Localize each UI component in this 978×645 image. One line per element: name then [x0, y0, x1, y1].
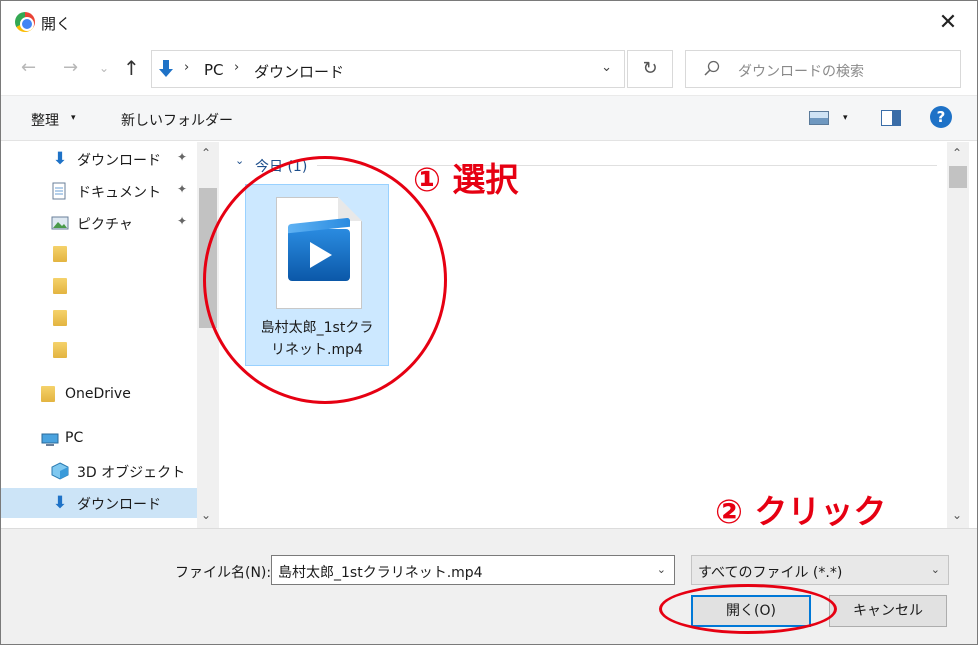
- sidebar-item-folder[interactable]: [1, 272, 197, 302]
- close-button[interactable]: ✕: [933, 9, 963, 37]
- back-arrow-icon[interactable]: ←: [21, 57, 36, 78]
- play-icon: [310, 242, 332, 268]
- group-collapse-chevron-icon[interactable]: ⌄: [235, 154, 244, 167]
- breadcrumb-pc[interactable]: PC: [204, 61, 224, 79]
- sidebar-item-3d-objects[interactable]: 3D オブジェクト: [1, 456, 197, 486]
- sidebar-item-onedrive[interactable]: OneDrive: [1, 380, 197, 410]
- annotation-step1: ① 選択: [413, 160, 519, 199]
- open-file-dialog: 開く ✕ ← → ⌄ ↑ › PC › ダウンロード ⌄ ↻ ダウンロードの検索: [0, 0, 978, 645]
- filename-input[interactable]: 島村太郎_1stクラリネット.mp4 ⌄: [271, 555, 675, 585]
- onedrive-folder-icon: [41, 386, 55, 402]
- address-dropdown-chevron-icon[interactable]: ⌄: [601, 60, 612, 75]
- sidebar-item-label: ドキュメント: [77, 185, 161, 201]
- new-folder-button[interactable]: 新しいフォルダー: [121, 110, 233, 130]
- dialog-footer: ファイル名(N): 島村太郎_1stクラリネット.mp4 ⌄ すべてのファイル …: [1, 528, 977, 644]
- pin-icon[interactable]: ✦: [177, 150, 187, 164]
- file-name-label: 島村太郎_1stクラ リネット.mp4: [246, 317, 388, 361]
- sidebar-item-label: ピクチャ: [77, 217, 133, 233]
- scroll-down-icon[interactable]: ⌄: [201, 508, 211, 522]
- file-type-value: すべてのファイル (*.*): [698, 565, 843, 581]
- breadcrumb-separator[interactable]: ›: [234, 60, 239, 75]
- folder-icon: [53, 246, 67, 262]
- file-type-select[interactable]: すべてのファイル (*.*) ⌄: [691, 555, 949, 585]
- video-file-icon: [288, 229, 350, 281]
- file-item[interactable]: 島村太郎_1stクラ リネット.mp4: [245, 184, 389, 366]
- pictures-icon: [51, 216, 69, 230]
- open-button[interactable]: 開く(O): [691, 595, 811, 627]
- chrome-app-icon: [15, 12, 35, 32]
- file-page-fold: [338, 197, 362, 221]
- sidebar-item-label: ダウンロード: [77, 153, 161, 169]
- search-input[interactable]: ダウンロードの検索: [685, 50, 961, 88]
- window-title: 開く: [41, 15, 72, 33]
- sidebar-scrollbar[interactable]: ⌃ ⌄: [197, 142, 219, 528]
- sidebar-item-folder[interactable]: [1, 336, 197, 366]
- title-bar: 開く ✕: [1, 1, 977, 45]
- sidebar-item-label: OneDrive: [65, 386, 131, 402]
- file-pane-scrollbar[interactable]: ⌃ ⌄: [947, 142, 969, 528]
- folder-icon: [53, 310, 67, 326]
- refresh-button[interactable]: ↻: [627, 50, 673, 88]
- navigation-pane: ⬇ ダウンロード ✦ ドキュメント ✦ ピクチャ ✦ OneDrive PC 3…: [1, 142, 221, 528]
- preview-pane-icon[interactable]: [881, 110, 901, 126]
- breadcrumb-downloads[interactable]: ダウンロード: [254, 61, 344, 82]
- group-header-today[interactable]: 今日 (1): [255, 156, 307, 176]
- file-name-line-2: リネット.mp4: [271, 342, 363, 358]
- sidebar-item-label: 3D オブジェクト: [77, 465, 186, 481]
- download-arrow-icon: ⬇: [52, 493, 68, 513]
- sidebar-item-documents[interactable]: ドキュメント ✦: [1, 176, 197, 206]
- change-view-icon[interactable]: [809, 111, 829, 125]
- group-divider: [317, 165, 937, 166]
- pin-icon[interactable]: ✦: [177, 214, 187, 228]
- help-icon[interactable]: ?: [930, 106, 952, 128]
- recent-locations-chevron-icon[interactable]: ⌄: [99, 61, 109, 75]
- scrollbar-thumb[interactable]: [949, 166, 967, 188]
- scrollbar-thumb[interactable]: [199, 188, 217, 328]
- folder-icon: [53, 278, 67, 294]
- breadcrumb-separator[interactable]: ›: [184, 60, 189, 75]
- command-toolbar: 整理 ▾ 新しいフォルダー ▾ ?: [1, 95, 977, 141]
- sidebar-item-downloads-quick[interactable]: ⬇ ダウンロード ✦: [1, 144, 197, 174]
- sidebar-item-pictures[interactable]: ピクチャ ✦: [1, 208, 197, 238]
- pc-icon: [41, 433, 59, 446]
- search-placeholder: ダウンロードの検索: [738, 64, 864, 80]
- download-arrow-icon: ⬇: [52, 149, 68, 169]
- organize-caret-icon[interactable]: ▾: [71, 113, 76, 123]
- scroll-up-icon[interactable]: ⌃: [201, 146, 211, 160]
- cancel-button[interactable]: キャンセル: [829, 595, 947, 627]
- view-options-caret-icon[interactable]: ▾: [843, 113, 848, 123]
- download-location-icon: [159, 60, 173, 77]
- navigation-bar: ← → ⌄ ↑ › PC › ダウンロード ⌄ ↻ ダウンロードの検索: [1, 45, 977, 95]
- organize-menu-button[interactable]: 整理: [31, 110, 59, 130]
- sidebar-item-downloads[interactable]: ⬇ ダウンロード: [1, 488, 197, 518]
- filename-dropdown-chevron-icon[interactable]: ⌄: [657, 563, 666, 576]
- file-type-chevron-icon[interactable]: ⌄: [931, 563, 940, 576]
- scroll-up-icon[interactable]: ⌃: [952, 146, 962, 160]
- file-list-pane: ⌄ 今日 (1) 島村太郎_1stクラ リネット.mp4: [221, 142, 947, 528]
- filename-label: ファイル名(N):: [175, 565, 272, 581]
- scroll-down-icon[interactable]: ⌄: [952, 508, 962, 522]
- search-icon: [704, 60, 720, 76]
- folder-icon: [53, 342, 67, 358]
- forward-arrow-icon[interactable]: →: [63, 57, 78, 78]
- sidebar-item-pc[interactable]: PC: [1, 424, 197, 454]
- annotation-step2: ② クリック: [715, 492, 887, 531]
- sidebar-item-folder[interactable]: [1, 304, 197, 334]
- file-name-line-1: 島村太郎_1stクラ: [260, 320, 374, 336]
- pin-icon[interactable]: ✦: [177, 182, 187, 196]
- documents-icon: [52, 182, 66, 200]
- sidebar-item-folder[interactable]: [1, 240, 197, 270]
- address-bar[interactable]: › PC › ダウンロード ⌄: [151, 50, 625, 88]
- filename-value: 島村太郎_1stクラリネット.mp4: [278, 565, 483, 581]
- sidebar-item-label: PC: [65, 430, 84, 446]
- up-arrow-icon[interactable]: ↑: [123, 56, 140, 80]
- 3d-objects-icon: [51, 462, 69, 480]
- sidebar-item-label: ダウンロード: [77, 497, 161, 513]
